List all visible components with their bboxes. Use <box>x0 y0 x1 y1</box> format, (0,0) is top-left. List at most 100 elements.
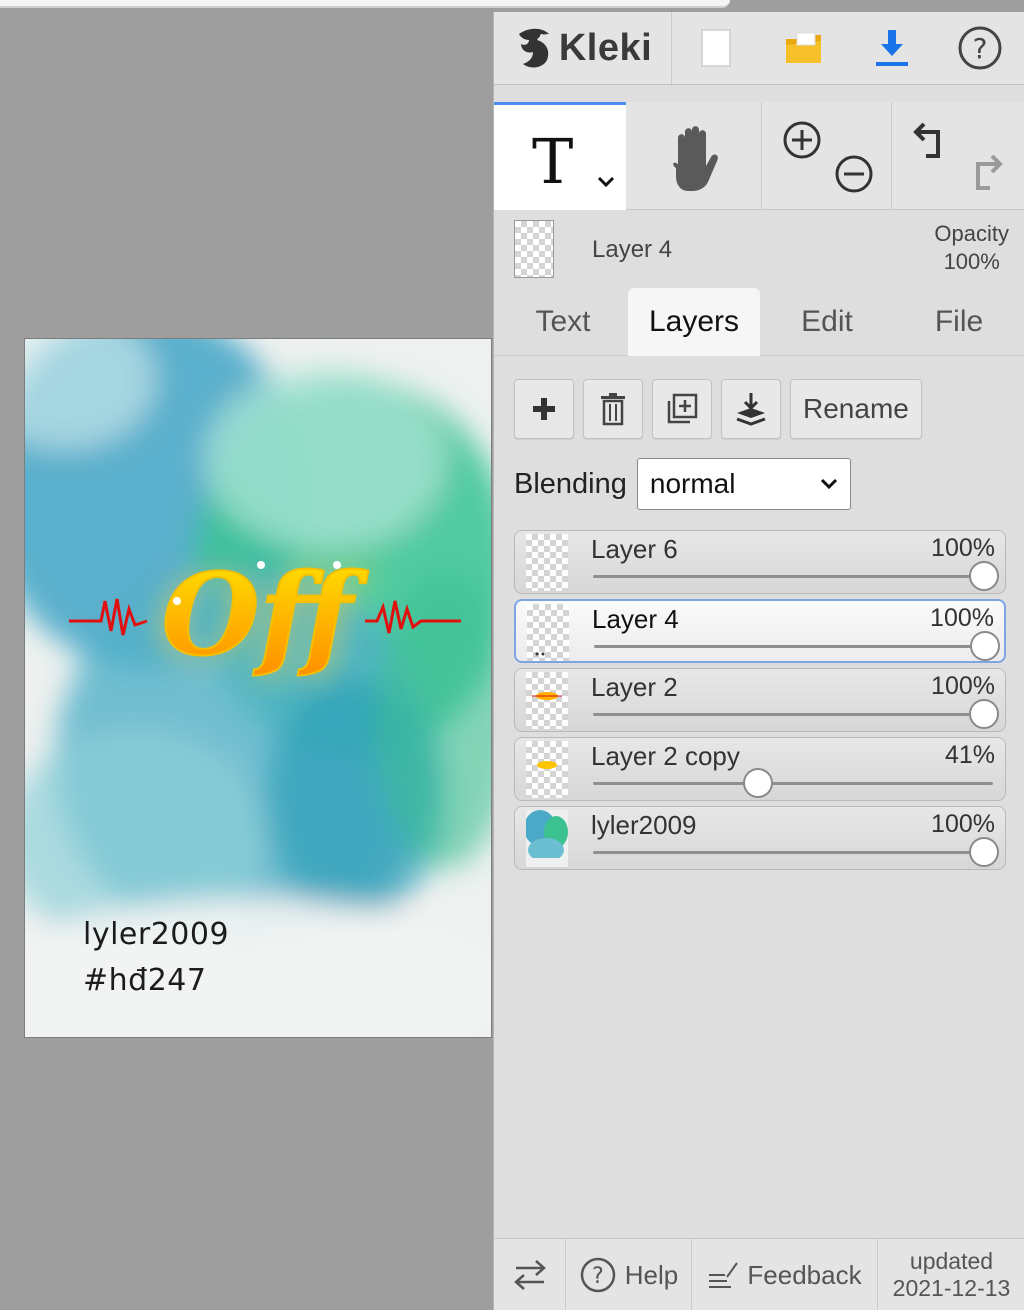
layer-opacity-slider[interactable] <box>593 782 993 785</box>
layer-item[interactable]: lyler2009 100% <box>514 806 1006 870</box>
top-toolbar: Kleki ? <box>494 11 1024 85</box>
current-layer-info: Layer 4 Opacity 100% <box>494 210 1024 288</box>
svg-text:?: ? <box>592 1264 604 1289</box>
text-tool-glyph: T <box>532 125 574 198</box>
layer-opacity-slider[interactable] <box>594 645 992 648</box>
svg-text:?: ? <box>973 32 988 65</box>
layer-thumbnail <box>526 672 568 729</box>
layer-name: lyler2009 <box>591 810 697 840</box>
merge-layer-button[interactable] <box>721 379 781 439</box>
merge-down-icon <box>736 393 766 426</box>
chevron-down-icon <box>820 478 837 490</box>
opacity-value: 100% <box>943 249 1000 274</box>
feedback-pen-icon <box>709 1262 739 1288</box>
layer-item-selected[interactable]: Layer 4 100% <box>514 599 1006 663</box>
blending-label: Blending <box>514 467 627 500</box>
layer-opacity-slider[interactable] <box>593 713 993 716</box>
feedback-label: Feedback <box>747 1259 862 1290</box>
layer-name: Layer 2 copy <box>591 741 740 771</box>
tab-file[interactable]: File <box>898 288 1020 356</box>
feedback-button[interactable]: Feedback <box>692 1239 878 1310</box>
layer-opacity-slider[interactable] <box>593 851 993 854</box>
layer-opacity-handle[interactable] <box>969 699 999 729</box>
artwork-title-off: Off <box>162 550 369 681</box>
footer-bar: ? Help Feedback updated 2021-12-13 <box>494 1238 1024 1310</box>
layer-opacity-value: 100% <box>931 810 995 838</box>
layer-thumbnail <box>526 810 568 867</box>
blending-select[interactable]: normal <box>636 458 851 510</box>
tool-row: T <box>494 102 1024 210</box>
undo-icon[interactable] <box>912 120 952 162</box>
save-image-button[interactable] <box>848 12 936 85</box>
current-layer-opacity: Opacity 100% <box>934 220 1009 276</box>
layer-name: Layer 4 <box>592 604 679 634</box>
artwork-signature: lyler2009 <box>83 917 230 952</box>
current-layer-thumbnail <box>514 220 554 278</box>
trash-icon <box>601 393 625 426</box>
tab-edit[interactable]: Edit <box>766 288 888 356</box>
folder-icon <box>786 32 821 63</box>
layer-name: Layer 6 <box>591 534 678 564</box>
download-icon <box>876 30 908 66</box>
layer-thumbnail <box>526 534 568 591</box>
zoom-in-icon[interactable] <box>780 118 824 162</box>
hand-icon <box>673 126 718 191</box>
kleki-bird-icon <box>518 28 549 68</box>
duplicate-layer-button[interactable] <box>652 379 712 439</box>
layer-opacity-handle[interactable] <box>970 631 1000 661</box>
current-layer-name: Layer 4 <box>592 236 673 263</box>
side-panel: Kleki ? T Layer 4 Opacity 100% Text Laye… <box>493 11 1024 1310</box>
zoom-out-icon[interactable] <box>832 152 876 196</box>
layer-opacity-handle[interactable] <box>969 561 999 591</box>
app-name: Kleki <box>558 26 653 69</box>
layer-opacity-handle[interactable] <box>742 768 773 798</box>
delete-layer-button[interactable] <box>583 379 643 439</box>
add-layer-button[interactable] <box>514 379 574 439</box>
help-circle-icon: ? <box>580 1257 615 1293</box>
artwork-canvas[interactable]: Off Off lyler2009 #hđ247 <box>24 338 492 1038</box>
plus-icon <box>533 398 555 420</box>
zoom-controls <box>762 102 892 210</box>
swap-arrows-icon <box>513 1260 546 1290</box>
layer-opacity-handle[interactable] <box>969 837 999 867</box>
layer-name: Layer 2 <box>591 672 678 702</box>
hand-tool-button[interactable] <box>626 102 762 210</box>
kleki-logo[interactable]: Kleki <box>494 11 672 85</box>
tab-text[interactable]: Text <box>504 288 622 356</box>
text-tool-button[interactable]: T <box>494 102 626 210</box>
layer-list: Layer 6 100% Layer 4 100% Layer 2 100% L… <box>514 530 1006 875</box>
blending-row: Blending normal <box>514 458 851 510</box>
canvas-area[interactable]: Off Off lyler2009 #hđ247 <box>0 12 493 1310</box>
open-image-button[interactable] <box>760 12 848 85</box>
layer-thumbnail <box>527 604 569 661</box>
layer-opacity-slider[interactable] <box>593 575 993 578</box>
layer-item[interactable]: Layer 2 100% <box>514 668 1006 732</box>
artwork-hashtag: #hđ247 <box>83 963 207 998</box>
layer-thumbnail <box>526 741 568 798</box>
layer-opacity-value: 100% <box>931 534 995 562</box>
browser-top-strip <box>0 0 1024 12</box>
updated-date: 2021-12-13 <box>892 1274 1011 1301</box>
layer-opacity-value: 100% <box>930 604 994 632</box>
new-image-button[interactable] <box>672 12 760 85</box>
opacity-label: Opacity <box>934 221 1009 246</box>
tab-layers[interactable]: Layers <box>628 288 760 356</box>
panel-tabs: Text Layers Edit File <box>494 288 1024 356</box>
help-button[interactable]: ? <box>936 12 1024 85</box>
layer-opacity-value: 100% <box>931 672 995 700</box>
blending-value: normal <box>649 468 736 499</box>
blank-page-icon <box>701 29 731 67</box>
layer-opacity-value: 41% <box>944 741 995 769</box>
rename-layer-button[interactable]: Rename <box>790 379 922 439</box>
layer-action-buttons: Rename <box>514 379 922 439</box>
help-footer-button[interactable]: ? Help <box>566 1239 692 1310</box>
updated-info: updated 2021-12-13 <box>878 1239 1024 1310</box>
layer-item[interactable]: Layer 2 copy 41% <box>514 737 1006 801</box>
redo-icon[interactable] <box>964 152 1004 194</box>
updated-label: updated <box>909 1247 994 1274</box>
chevron-down-icon[interactable] <box>596 175 616 189</box>
swap-panel-button[interactable] <box>494 1239 566 1310</box>
layer-item[interactable]: Layer 6 100% <box>514 530 1006 594</box>
question-icon: ? <box>958 26 1002 70</box>
history-controls <box>892 102 1024 210</box>
